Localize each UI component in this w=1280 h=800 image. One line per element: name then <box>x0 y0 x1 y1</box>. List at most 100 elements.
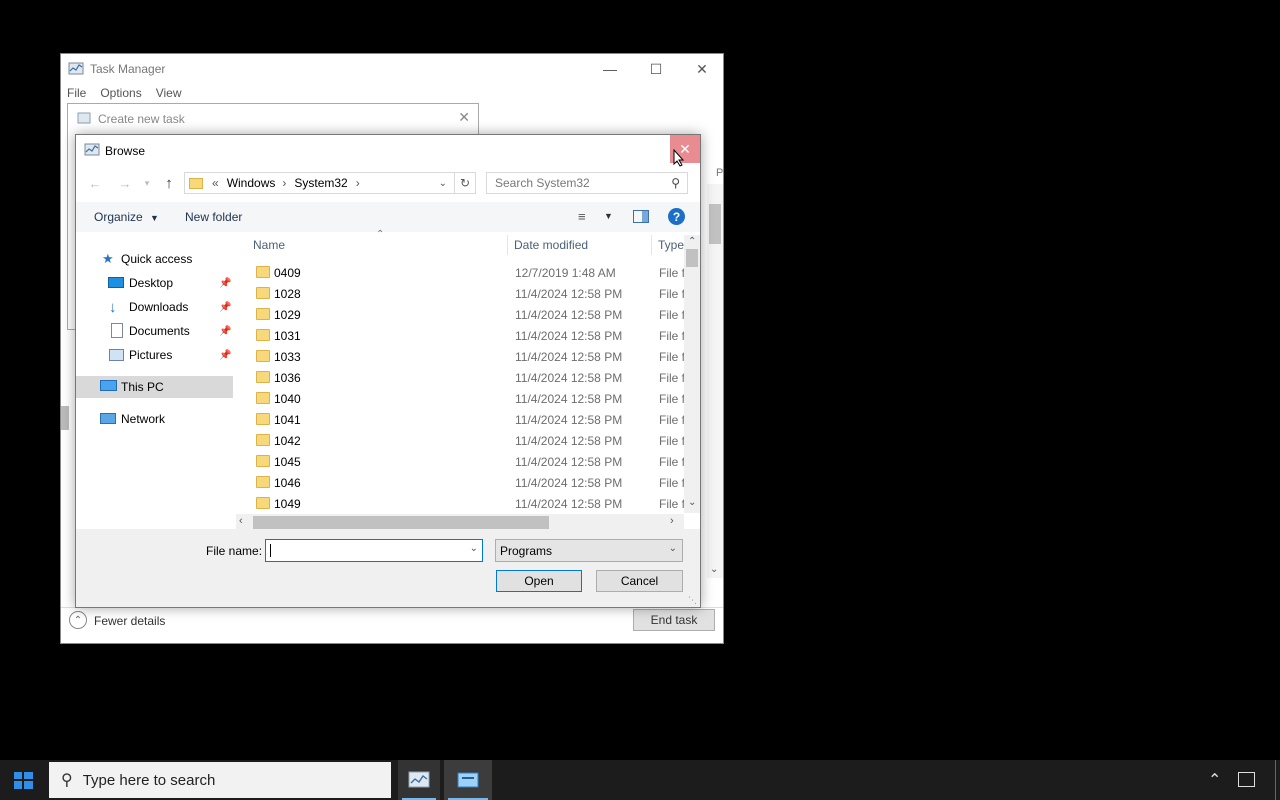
scrollbar-thumb[interactable] <box>686 249 698 267</box>
close-button[interactable]: ✕ <box>679 54 725 84</box>
search-icon: ⚲ <box>671 176 680 190</box>
nav-pictures[interactable]: Pictures 📌 <box>76 344 233 366</box>
close-icon[interactable]: ✕ <box>458 109 470 126</box>
help-icon[interactable]: ? <box>668 208 685 225</box>
folder-icon <box>189 177 203 189</box>
up-icon[interactable]: ↑ <box>158 173 180 193</box>
chevron-right-icon[interactable]: › <box>282 176 286 190</box>
file-row[interactable]: 1042 11/4/2024 12:58 PM File f <box>246 430 686 451</box>
file-date: 11/4/2024 12:58 PM <box>515 412 623 427</box>
column-header-date[interactable]: Date modified <box>514 235 588 255</box>
scroll-left-icon[interactable]: ‹ <box>239 515 243 527</box>
file-row[interactable]: 1040 11/4/2024 12:58 PM File f <box>246 388 686 409</box>
taskbar-run-button[interactable] <box>444 760 492 800</box>
text-cursor <box>270 544 271 557</box>
nav-desktop[interactable]: Desktop 📌 <box>76 272 233 294</box>
breadcrumb-windows[interactable]: Windows <box>227 176 276 190</box>
nav-downloads[interactable]: ↓ Downloads 📌 <box>76 296 233 318</box>
file-date: 11/4/2024 12:58 PM <box>515 496 623 511</box>
cancel-button[interactable]: Cancel <box>596 570 683 592</box>
scroll-down-icon[interactable]: ⌄ <box>688 497 696 508</box>
preview-pane-icon[interactable] <box>633 210 649 223</box>
file-list-vertical-scrollbar[interactable]: ⌃ ⌄ <box>684 235 700 513</box>
file-row[interactable]: 1046 11/4/2024 12:58 PM File f <box>246 472 686 493</box>
scroll-down-icon[interactable]: ⌄ <box>710 564 718 575</box>
folder-icon <box>256 413 270 425</box>
pin-icon[interactable]: 📌 <box>219 326 231 337</box>
file-name: 1042 <box>274 433 301 448</box>
nav-label: Pictures <box>129 348 173 362</box>
folder-icon <box>256 371 270 383</box>
show-hidden-icons-icon[interactable]: ⌃ <box>1208 770 1221 790</box>
menu-view[interactable]: View <box>156 86 182 100</box>
create-new-task-title: Create new task <box>98 112 185 126</box>
folder-icon <box>256 350 270 362</box>
file-row[interactable]: 1041 11/4/2024 12:58 PM File f <box>246 409 686 430</box>
fewer-details-link[interactable]: Fewer details <box>94 614 165 628</box>
menu-options[interactable]: Options <box>100 86 141 100</box>
taskbar-task-manager-button[interactable] <box>398 760 440 800</box>
windows-start-icon[interactable] <box>14 772 33 789</box>
file-row[interactable]: 1029 11/4/2024 12:58 PM File f <box>246 304 686 325</box>
view-options-icon[interactable]: ≡ <box>578 209 586 224</box>
file-row[interactable]: 1031 11/4/2024 12:58 PM File f <box>246 325 686 346</box>
nav-network[interactable]: Network <box>76 408 233 430</box>
file-type-value: Programs <box>500 543 553 558</box>
task-manager-icon <box>408 771 430 788</box>
back-icon[interactable]: ← <box>84 173 106 193</box>
refresh-icon[interactable]: ↻ <box>454 172 476 194</box>
resize-grip-icon[interactable]: ⋱ <box>688 595 697 606</box>
pin-icon[interactable]: 📌 <box>219 278 231 289</box>
minimize-button[interactable]: — <box>587 54 633 84</box>
task-manager-menubar: File Options View <box>67 86 182 100</box>
file-type: File f <box>659 454 686 469</box>
nav-documents[interactable]: Documents 📌 <box>76 320 233 342</box>
scroll-right-icon[interactable]: › <box>670 515 674 527</box>
file-row[interactable]: 1045 11/4/2024 12:58 PM File f <box>246 451 686 472</box>
address-dropdown-icon[interactable]: ⌄ <box>439 178 447 189</box>
forward-icon[interactable]: → <box>114 173 136 193</box>
file-row[interactable]: 0409 12/7/2019 1:48 AM File f <box>246 262 686 283</box>
scrollbar-thumb[interactable] <box>253 516 549 529</box>
address-bar[interactable]: « Windows › System32 › ⌄ <box>184 172 476 194</box>
menu-file[interactable]: File <box>67 86 86 100</box>
show-desktop-divider[interactable] <box>1275 760 1276 800</box>
file-row[interactable]: 1036 11/4/2024 12:58 PM File f <box>246 367 686 388</box>
column-divider[interactable] <box>507 235 508 255</box>
pin-icon[interactable]: 📌 <box>219 302 231 313</box>
new-folder-button[interactable]: New folder <box>185 210 242 224</box>
column-divider[interactable] <box>651 235 652 255</box>
breadcrumb-overflow[interactable]: « <box>212 176 219 190</box>
browse-dialog: Browse ✕ ← → ▾ ↑ « Windows › System32 › … <box>75 134 701 608</box>
task-manager-scrollbar[interactable]: ⌄ <box>707 184 723 578</box>
chevron-up-icon[interactable]: ⌃ <box>69 611 87 629</box>
scrollbar-thumb[interactable] <box>709 204 721 244</box>
taskbar-search-box[interactable]: ⚲ Type here to search <box>49 762 391 798</box>
file-row[interactable]: 1033 11/4/2024 12:58 PM File f <box>246 346 686 367</box>
chevron-right-icon[interactable]: › <box>356 176 360 190</box>
file-row[interactable]: 1049 11/4/2024 12:58 PM File f <box>246 493 686 514</box>
nav-quick-access[interactable]: ★ Quick access <box>76 248 233 270</box>
action-center-icon[interactable] <box>1238 772 1255 787</box>
end-task-button[interactable]: End task <box>633 609 715 631</box>
scroll-up-icon[interactable]: ⌃ <box>688 236 696 247</box>
file-type-select[interactable]: Programs ⌄ <box>495 539 683 562</box>
maximize-button[interactable]: ☐ <box>633 54 679 84</box>
column-header-type[interactable]: Type <box>658 235 684 255</box>
organize-button[interactable]: Organize ▼ <box>94 210 159 224</box>
nav-this-pc[interactable]: This PC <box>76 376 233 398</box>
column-header-name[interactable]: Name <box>253 235 285 255</box>
open-button[interactable]: Open <box>496 570 582 592</box>
file-type: File f <box>659 391 686 406</box>
file-name-input[interactable]: ⌄ <box>265 539 483 562</box>
recent-dropdown-icon[interactable]: ▾ <box>136 173 158 193</box>
breadcrumb-system32[interactable]: System32 <box>294 176 347 190</box>
view-dropdown-icon[interactable]: ▼ <box>604 211 613 221</box>
file-date: 11/4/2024 12:58 PM <box>515 391 623 406</box>
file-type: File f <box>659 370 686 385</box>
file-row[interactable]: 1028 11/4/2024 12:58 PM File f <box>246 283 686 304</box>
search-input[interactable]: Search System32 ⚲ <box>486 172 688 194</box>
network-icon <box>100 413 116 424</box>
pin-icon[interactable]: 📌 <box>219 350 231 361</box>
chevron-down-icon[interactable]: ⌄ <box>470 543 478 554</box>
